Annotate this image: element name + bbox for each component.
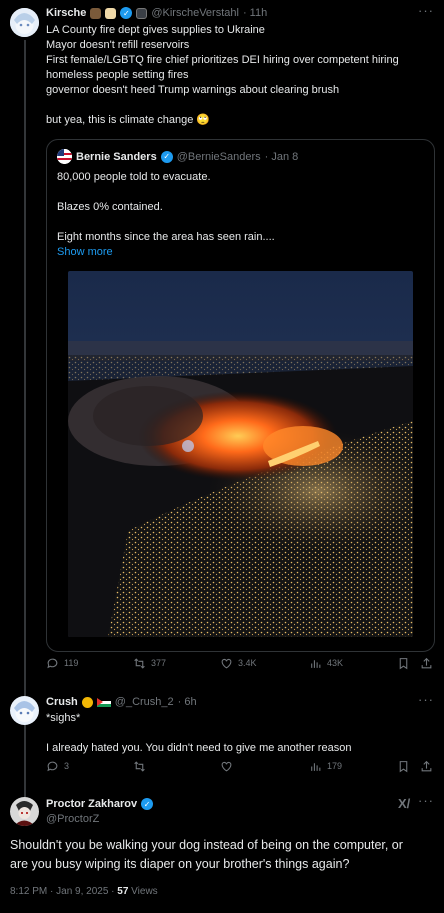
author-info: Proctor Zakharov ✓ @ProctorZ	[46, 798, 154, 825]
reply-icon	[47, 658, 58, 668]
timestamp: · Jan 8	[264, 150, 299, 163]
reply-icon	[47, 761, 58, 771]
views-button[interactable]: 179	[309, 760, 342, 773]
share-icon	[421, 760, 432, 771]
text-line: First female/LGBTQ fire chief prioritize…	[46, 54, 399, 66]
quoted-tweet[interactable]: Bernie Sanders ✓ @BernieSanders · Jan 8 …	[46, 139, 435, 652]
text-line: homeless people setting fires	[46, 69, 189, 81]
reply-count: 3	[64, 761, 70, 771]
tweet-proctor[interactable]: Proctor Zakharov ✓ @ProctorZ X/ ··· Shou…	[0, 790, 444, 913]
like-button[interactable]: 3.4K	[220, 657, 257, 670]
text-line	[46, 726, 351, 741]
text-line	[46, 98, 399, 113]
repost-count: 377	[151, 658, 167, 668]
tweet-kirsche[interactable]: Kirsche ✓ @KirscheVerstahl · 11h ··· LA …	[0, 0, 444, 800]
views-icon	[311, 762, 321, 771]
text-line: but yea, this is climate change 🙄	[46, 114, 211, 126]
tweet-header: Kirsche ✓ @KirscheVerstahl · 11h	[46, 7, 267, 19]
more-options-icon[interactable]: ···	[418, 692, 434, 707]
badge-icon	[81, 696, 93, 708]
text-line	[57, 215, 275, 230]
like-button[interactable]	[220, 760, 233, 773]
show-more-link[interactable]: Show more	[57, 245, 275, 260]
text-line	[57, 185, 275, 200]
reply-button[interactable]: 119	[46, 657, 78, 670]
views-icon	[311, 659, 321, 668]
badge-icon	[136, 7, 148, 19]
grok-icon[interactable]: X/	[398, 796, 410, 811]
heart-icon	[221, 761, 232, 771]
avatar[interactable]	[10, 797, 39, 826]
repost-button[interactable]	[133, 760, 146, 773]
verified-icon: ✓	[160, 150, 173, 163]
reply-count: 119	[64, 658, 79, 668]
tweet-header: Crush @_Crush_2 · 6h	[46, 696, 197, 708]
avatar[interactable]	[10, 8, 39, 37]
share-button[interactable]	[420, 760, 433, 773]
text-line: 80,000 people told to evacuate.	[57, 171, 211, 183]
bookmark-button[interactable]	[397, 657, 410, 670]
handle: @BernieSanders	[176, 150, 261, 163]
badge-icon	[90, 7, 102, 19]
view-count: 179	[327, 761, 343, 771]
display-name: Bernie Sanders	[76, 150, 157, 163]
text-line: I already hated you. You didn't need to …	[46, 742, 352, 754]
wildfire-aerial-image[interactable]	[68, 271, 413, 637]
view-count: 43K	[327, 658, 344, 668]
text-line: Eight months since the area has seen rai…	[57, 231, 275, 243]
text-line: Mayor doesn't refill reservoirs	[46, 39, 190, 51]
thread-line	[24, 40, 26, 800]
badge-icon	[105, 7, 117, 19]
handle[interactable]: @_Crush_2	[115, 696, 174, 708]
handle[interactable]: @KirscheVerstahl	[151, 7, 239, 19]
verified-icon: ✓	[120, 7, 133, 19]
text-line: *sighs*	[46, 712, 81, 724]
timestamp[interactable]: · 6h	[178, 696, 197, 708]
flag-icon	[96, 697, 111, 707]
like-count: 3.4K	[238, 658, 257, 668]
avatar	[57, 149, 72, 164]
text-line: governor doesn't heed Trump warnings abo…	[46, 84, 340, 96]
reply-button[interactable]: 3	[46, 760, 69, 773]
share-icon	[421, 657, 432, 668]
share-button[interactable]	[420, 657, 433, 670]
bookmark-icon	[399, 657, 408, 669]
tweet-text: *sighs* I already hated you. You didn't …	[46, 711, 351, 756]
timestamp[interactable]: 8:12 PM · Jan 9, 2025 ·	[10, 886, 117, 897]
text-line: Shouldn't you be walking your dog instea…	[10, 838, 403, 852]
display-name[interactable]: Proctor Zakharov	[46, 798, 137, 810]
quote-header: Bernie Sanders ✓ @BernieSanders · Jan 8	[57, 149, 298, 164]
more-options-icon[interactable]: ···	[418, 3, 434, 18]
display-name[interactable]: Kirsche	[46, 7, 86, 19]
rolling-eyes-emoji: 🙄	[196, 114, 211, 126]
tweet-text: Shouldn't you be walking your dog instea…	[10, 836, 403, 874]
view-count: 57	[117, 886, 129, 897]
bookmark-icon	[399, 760, 408, 772]
verified-icon: ✓	[141, 798, 154, 810]
repost-icon	[134, 657, 145, 669]
handle[interactable]: @ProctorZ	[46, 813, 153, 825]
views-button[interactable]: 43K	[309, 657, 343, 670]
text-line: LA County fire dept gives supplies to Uk…	[46, 24, 265, 36]
display-name[interactable]: Crush	[46, 696, 78, 708]
repost-button[interactable]: 377	[133, 657, 166, 670]
tweet-text: LA County fire dept gives supplies to Uk…	[46, 23, 399, 128]
more-options-icon[interactable]: ···	[418, 793, 434, 808]
avatar[interactable]	[10, 696, 39, 725]
text-line: are you busy wiping its diaper on your b…	[10, 857, 350, 871]
views-label: Views	[128, 886, 158, 897]
heart-icon	[221, 658, 232, 668]
repost-icon	[134, 760, 145, 772]
tweet-meta: 8:12 PM · Jan 9, 2025 · 57 Views	[10, 886, 158, 897]
bookmark-button[interactable]	[397, 760, 410, 773]
tweet-crush[interactable]: Crush @_Crush_2 · 6h ··· *sighs* I alrea…	[0, 690, 444, 790]
quote-text: 80,000 people told to evacuate. Blazes 0…	[57, 170, 275, 260]
timestamp[interactable]: · 11h	[243, 7, 267, 19]
text-line: Blazes 0% contained.	[57, 201, 163, 213]
